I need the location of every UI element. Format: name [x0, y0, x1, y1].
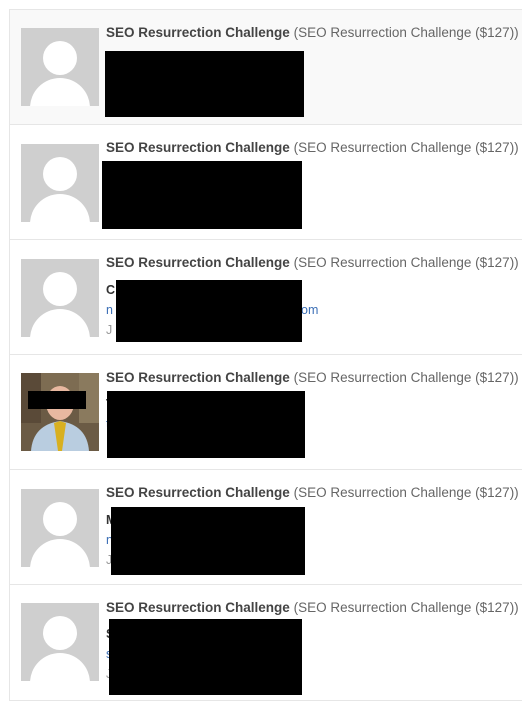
default-avatar-icon	[21, 603, 99, 681]
list-item[interactable]: SEO Resurrection Challenge (SEO Resurrec…	[10, 355, 522, 470]
product-name[interactable]: SEO Resurrection Challenge	[106, 370, 290, 385]
list-item[interactable]: SEO Resurrection Challenge (SEO Resurrec…	[10, 240, 522, 355]
list-item[interactable]: SEO Resurrection Challenge (SEO Resurrec…	[10, 10, 522, 125]
customer-email-suffix[interactable]: om	[301, 303, 318, 317]
default-avatar-icon	[21, 259, 99, 337]
product-name[interactable]: SEO Resurrection Challenge	[106, 485, 290, 500]
redaction-block	[109, 619, 302, 695]
default-avatar-icon	[21, 489, 99, 567]
product-variant: (SEO Resurrection Challenge ($127))	[293, 25, 519, 40]
order-title: SEO Resurrection Challenge (SEO Resurrec…	[106, 255, 519, 270]
redaction-block	[111, 507, 305, 575]
product-variant: (SEO Resurrection Challenge ($127))	[293, 140, 519, 155]
product-name[interactable]: SEO Resurrection Challenge	[106, 600, 290, 615]
customer-name: C	[106, 283, 116, 297]
order-title: SEO Resurrection Challenge (SEO Resurrec…	[106, 600, 519, 615]
redaction-block	[116, 280, 302, 342]
order-list: SEO Resurrection Challenge (SEO Resurrec…	[9, 9, 522, 701]
product-name[interactable]: SEO Resurrection Challenge	[106, 25, 290, 40]
customer-photo-avatar	[21, 373, 99, 451]
redaction-block	[105, 51, 304, 117]
order-title: SEO Resurrection Challenge (SEO Resurrec…	[106, 25, 519, 40]
default-avatar-icon	[21, 28, 99, 106]
order-title: SEO Resurrection Challenge (SEO Resurrec…	[106, 485, 519, 500]
product-variant: (SEO Resurrection Challenge ($127))	[293, 485, 519, 500]
list-item[interactable]: SEO Resurrection Challenge (SEO Resurrec…	[10, 125, 522, 240]
product-variant: (SEO Resurrection Challenge ($127))	[293, 370, 519, 385]
order-title: SEO Resurrection Challenge (SEO Resurrec…	[106, 370, 519, 385]
default-avatar-icon	[21, 144, 99, 222]
product-name[interactable]: SEO Resurrection Challenge	[106, 255, 290, 270]
order-date: J	[106, 323, 113, 337]
list-item[interactable]: SEO Resurrection Challenge (SEO Resurrec…	[10, 585, 522, 701]
customer-email[interactable]: n	[106, 303, 113, 317]
redaction-block	[107, 391, 305, 458]
product-name[interactable]: SEO Resurrection Challenge	[106, 140, 290, 155]
list-item[interactable]: SEO Resurrection Challenge (SEO Resurrec…	[10, 470, 522, 585]
order-title: SEO Resurrection Challenge (SEO Resurrec…	[106, 140, 519, 155]
product-variant: (SEO Resurrection Challenge ($127))	[293, 600, 519, 615]
redaction-block	[102, 161, 302, 229]
product-variant: (SEO Resurrection Challenge ($127))	[293, 255, 519, 270]
